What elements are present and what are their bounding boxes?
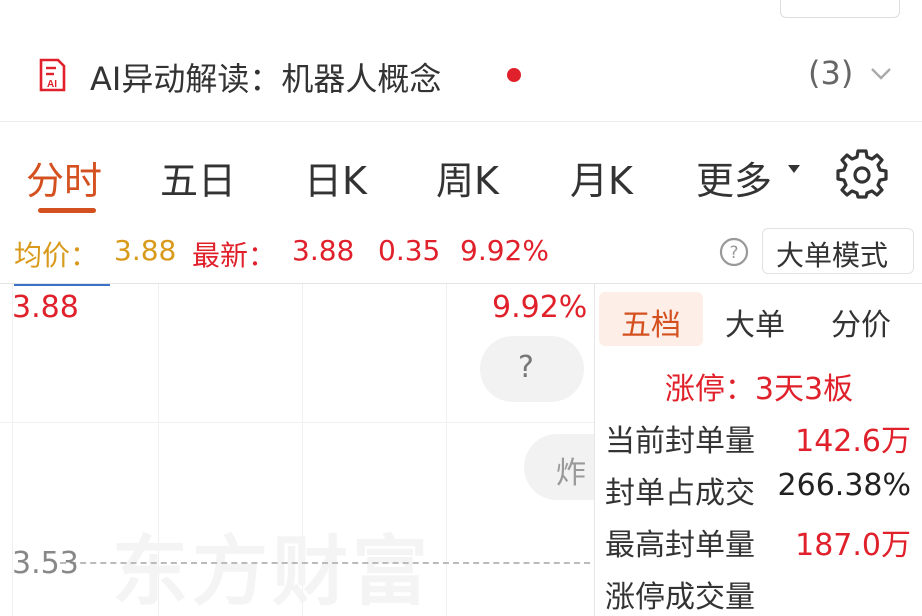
latest-price-value: 3.88 bbox=[292, 234, 355, 267]
seal-ratio-label: 封单占成交 bbox=[605, 476, 755, 511]
avg-price-value: 3.88 bbox=[114, 234, 177, 267]
prev-close-line bbox=[60, 562, 590, 564]
seal-ratio-value: 266.38% bbox=[777, 468, 911, 503]
prev-close-price: 3.53 bbox=[12, 546, 79, 581]
ai-insight-count: (3) bbox=[808, 54, 854, 92]
seal-volume-label: 当前封单量 bbox=[605, 424, 755, 459]
price-line bbox=[14, 284, 110, 286]
divider bbox=[0, 121, 922, 122]
tab-monthly-k[interactable]: 月K bbox=[570, 150, 633, 205]
tab-intraday[interactable]: 分时 bbox=[26, 150, 102, 205]
help-icon[interactable]: ? bbox=[718, 236, 750, 268]
avg-price-label: 均价： bbox=[14, 239, 99, 272]
ai-insight-bar[interactable]: AI AI异动解读：机器人概念 (3) bbox=[0, 46, 922, 108]
svg-text:?: ? bbox=[729, 243, 738, 263]
panel-tab-big-orders[interactable]: 大单 bbox=[725, 300, 785, 344]
tab-daily-k[interactable]: 日K bbox=[304, 150, 367, 205]
ai-document-icon: AI bbox=[39, 58, 66, 92]
chart-high-price: 3.88 bbox=[12, 290, 79, 325]
seal-volume-value: 142.6万 bbox=[795, 424, 911, 459]
ai-insight-text: AI异动解读：机器人概念 bbox=[90, 60, 442, 98]
top-partial-button[interactable] bbox=[780, 0, 900, 18]
limit-up-streak: 涨停：3天3板 bbox=[664, 372, 854, 407]
tab-weekly-k[interactable]: 周K bbox=[436, 150, 499, 205]
price-change: 0.35 bbox=[378, 234, 441, 267]
chevron-down-icon[interactable] bbox=[868, 60, 894, 86]
active-tab-indicator bbox=[38, 208, 96, 213]
limit-up-volume-label: 涨停成交量 bbox=[605, 580, 755, 615]
tab-five-day[interactable]: 五日 bbox=[160, 150, 236, 205]
caret-down-icon bbox=[788, 165, 800, 173]
chart-high-pct: 9.92% bbox=[492, 290, 588, 325]
intraday-chart[interactable]: 东方财富 3.88 9.92% ? 炸 3.53 bbox=[0, 284, 594, 616]
latest-price-label: 最新： bbox=[192, 239, 277, 272]
big-order-mode-label: 大单模式 bbox=[776, 239, 889, 272]
panel-tab-price-distribution[interactable]: 分价 bbox=[831, 300, 891, 344]
order-book-panel: 五档 大单 分价 涨停：3天3板 当前封单量 142.6万 封单占成交 266.… bbox=[594, 284, 922, 616]
top-partial-row bbox=[0, 0, 922, 22]
limit-break-bubble-label: 炸 bbox=[556, 456, 586, 491]
svg-text:AI: AI bbox=[47, 79, 57, 90]
question-bubble-label: ? bbox=[518, 350, 534, 385]
max-seal-volume-value: 187.0万 bbox=[795, 528, 911, 563]
gear-icon[interactable] bbox=[836, 148, 888, 200]
tab-more[interactable]: 更多 bbox=[696, 150, 772, 205]
panel-tab-five-levels[interactable]: 五档 bbox=[621, 300, 681, 344]
unread-dot bbox=[507, 68, 521, 82]
max-seal-volume-label: 最高封单量 bbox=[605, 528, 755, 563]
price-change-pct: 9.92% bbox=[460, 234, 549, 267]
